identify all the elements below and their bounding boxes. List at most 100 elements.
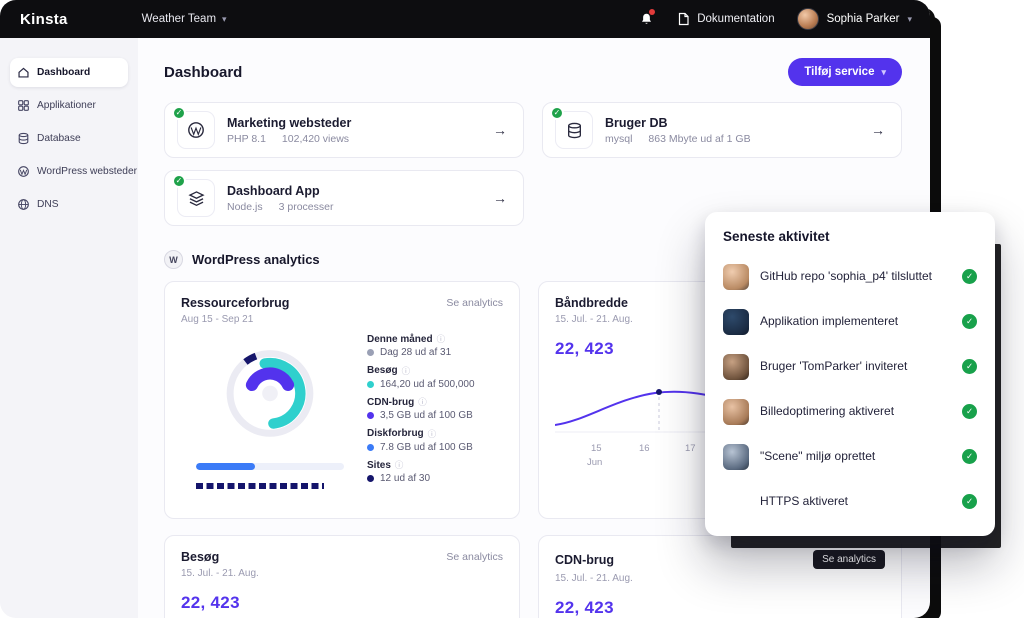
- service-card-dashboard-app[interactable]: ✓ Dashboard App Node.js 3 proces: [164, 170, 524, 226]
- sidebar-item-label: WordPress websteder: [37, 166, 137, 177]
- activity-text: Billedoptimering aktiveret: [760, 404, 951, 419]
- service-meta: Node.js 3 processer: [227, 201, 333, 213]
- wordpress-icon: [187, 121, 205, 139]
- page-title: Dashboard: [164, 64, 242, 81]
- resource-donut-chart: [181, 331, 359, 489]
- sidebar-item-label: DNS: [37, 199, 59, 210]
- legend-value: 12 ud af 30: [380, 473, 430, 484]
- sidebar-item-applikationer[interactable]: Applikationer: [10, 91, 128, 120]
- date-range: 15. Jul. - 21. Aug.: [555, 573, 885, 584]
- service-meta-usage: 3 processer: [279, 201, 334, 213]
- sidebar-item-dns[interactable]: DNS: [10, 190, 128, 219]
- service-icon-box: ✓: [177, 111, 215, 149]
- legend-label: Denne måned: [367, 334, 433, 345]
- activity-text: "Scene" miljø oprettet: [760, 449, 951, 464]
- service-card-marketing-websteder[interactable]: ✓ Marketing websteder PHP 8.1 102,420 vi…: [164, 102, 524, 158]
- kinsta-logo: Kinsta: [20, 11, 68, 28]
- service-meta-runtime: PHP 8.1: [227, 133, 266, 145]
- legend-dot: [367, 475, 374, 482]
- service-meta-runtime: Node.js: [227, 201, 263, 213]
- database-icon: [566, 122, 583, 139]
- service-card-text: Dashboard App Node.js 3 processer: [227, 184, 333, 213]
- activity-item: Bruger 'TomParker' inviteret ✓: [723, 344, 977, 389]
- sites-dashed-bar: [196, 483, 324, 489]
- check-icon: ✓: [962, 314, 977, 329]
- document-icon: [677, 12, 690, 26]
- sidebar-item-database[interactable]: Database: [10, 124, 128, 153]
- legend-label: Diskforbrug: [367, 428, 424, 439]
- sidebar-item-dashboard[interactable]: Dashboard: [10, 58, 128, 87]
- card-title: Ressourceforbrug: [181, 296, 289, 310]
- chevron-down-icon: ▾: [222, 14, 227, 25]
- user-menu[interactable]: Sophia Parker ▾: [797, 8, 912, 30]
- service-meta-usage: 102,420 views: [282, 133, 349, 145]
- card-title: Besøg: [181, 550, 219, 564]
- status-ok-badge: ✓: [172, 174, 186, 188]
- activity-item: Billedoptimering aktiveret ✓: [723, 389, 977, 434]
- database-icon: [17, 132, 30, 145]
- activity-text: HTTPS aktiveret: [760, 494, 951, 509]
- check-icon: ✓: [962, 404, 977, 419]
- info-icon[interactable]: ⓘ: [402, 365, 411, 377]
- legend-label: Sites: [367, 460, 391, 471]
- add-service-label: Tilføj service: [804, 66, 874, 78]
- info-icon[interactable]: ⓘ: [395, 459, 404, 471]
- legend-dot: [367, 412, 374, 419]
- card-title: CDN-brug: [555, 553, 614, 567]
- notification-dot: [649, 9, 655, 15]
- legend-value: 164,20 ud af 500,000: [380, 379, 475, 390]
- date-range: 15. Jul. - 21. Aug.: [181, 568, 503, 579]
- activity-text: Bruger 'TomParker' inviteret: [760, 359, 951, 374]
- legend-dot: [367, 381, 374, 388]
- avatar: [723, 264, 749, 290]
- activity-text: Applikation implementeret: [760, 314, 951, 329]
- x-tick: 16: [639, 443, 650, 454]
- avatar: [797, 8, 819, 30]
- service-title: Dashboard App: [227, 184, 333, 198]
- arrow-right-icon[interactable]: →: [871, 122, 885, 138]
- documentation-link[interactable]: Dokumentation: [677, 12, 774, 26]
- info-icon[interactable]: ⓘ: [418, 396, 427, 408]
- service-cards: ✓ Marketing websteder PHP 8.1 102,420 vi…: [164, 102, 902, 226]
- check-icon: ✓: [962, 449, 977, 464]
- see-analytics-link[interactable]: Se analytics: [446, 297, 503, 309]
- check-icon: ✓: [962, 359, 977, 374]
- x-tick: 15: [591, 443, 602, 454]
- info-icon[interactable]: ⓘ: [428, 428, 437, 440]
- user-name: Sophia Parker: [827, 13, 900, 25]
- globe-icon: [17, 198, 30, 211]
- top-bar: Kinsta Weather Team ▾: [0, 0, 930, 38]
- wordpress-icon: [17, 165, 30, 178]
- status-ok-badge: ✓: [172, 106, 186, 120]
- sidebar-item-label: Database: [37, 133, 81, 144]
- see-analytics-link[interactable]: Se analytics: [813, 550, 885, 569]
- arrow-right-icon[interactable]: →: [493, 190, 507, 206]
- service-meta: mysql 863 Mbyte ud af 1 GB: [605, 133, 751, 145]
- resource-usage-card: Ressourceforbrug Se analytics Aug 15 - S…: [164, 281, 520, 519]
- home-icon: [17, 66, 30, 79]
- arrow-right-icon[interactable]: →: [493, 122, 507, 138]
- info-icon[interactable]: ⓘ: [437, 333, 446, 345]
- check-icon: ✓: [962, 494, 977, 509]
- activity-item: "Scene" miljø oprettet ✓: [723, 434, 977, 479]
- stack-icon: [188, 190, 205, 207]
- legend-value: 7.8 GB ud af 100 GB: [380, 442, 473, 453]
- documentation-label: Dokumentation: [697, 13, 774, 25]
- avatar: [723, 444, 749, 470]
- service-meta: PHP 8.1 102,420 views: [227, 133, 351, 145]
- service-card-bruger-db[interactable]: ✓ Bruger DB mysql 863 Mbyte ud a: [542, 102, 902, 158]
- sidebar-item-wordpress-websteder[interactable]: WordPress websteder: [10, 157, 128, 186]
- notifications-button[interactable]: [637, 10, 655, 28]
- see-analytics-link[interactable]: Se analytics: [446, 551, 503, 563]
- team-selector-label: Weather Team: [142, 13, 216, 25]
- service-card-text: Marketing websteder PHP 8.1 102,420 view…: [227, 116, 351, 145]
- activity-item: GitHub repo 'sophia_p4' tilsluttet ✓: [723, 254, 977, 299]
- top-bar-right: Dokumentation Sophia Parker ▾: [637, 8, 912, 30]
- legend-row-diskforbrug: Diskforbrug ⓘ 7.8 GB ud af 100 GB: [367, 428, 503, 453]
- add-service-button[interactable]: Tilføj service ▾: [788, 58, 902, 86]
- team-selector[interactable]: Weather Team ▾: [142, 13, 227, 25]
- sidebar: Dashboard Applikationer: [0, 38, 138, 618]
- cdn-usage-card: CDN-brug Se analytics 15. Jul. - 21. Aug…: [538, 535, 902, 618]
- activity-item: HTTPS aktiveret ✓: [723, 479, 977, 524]
- service-title: Marketing websteder: [227, 116, 351, 130]
